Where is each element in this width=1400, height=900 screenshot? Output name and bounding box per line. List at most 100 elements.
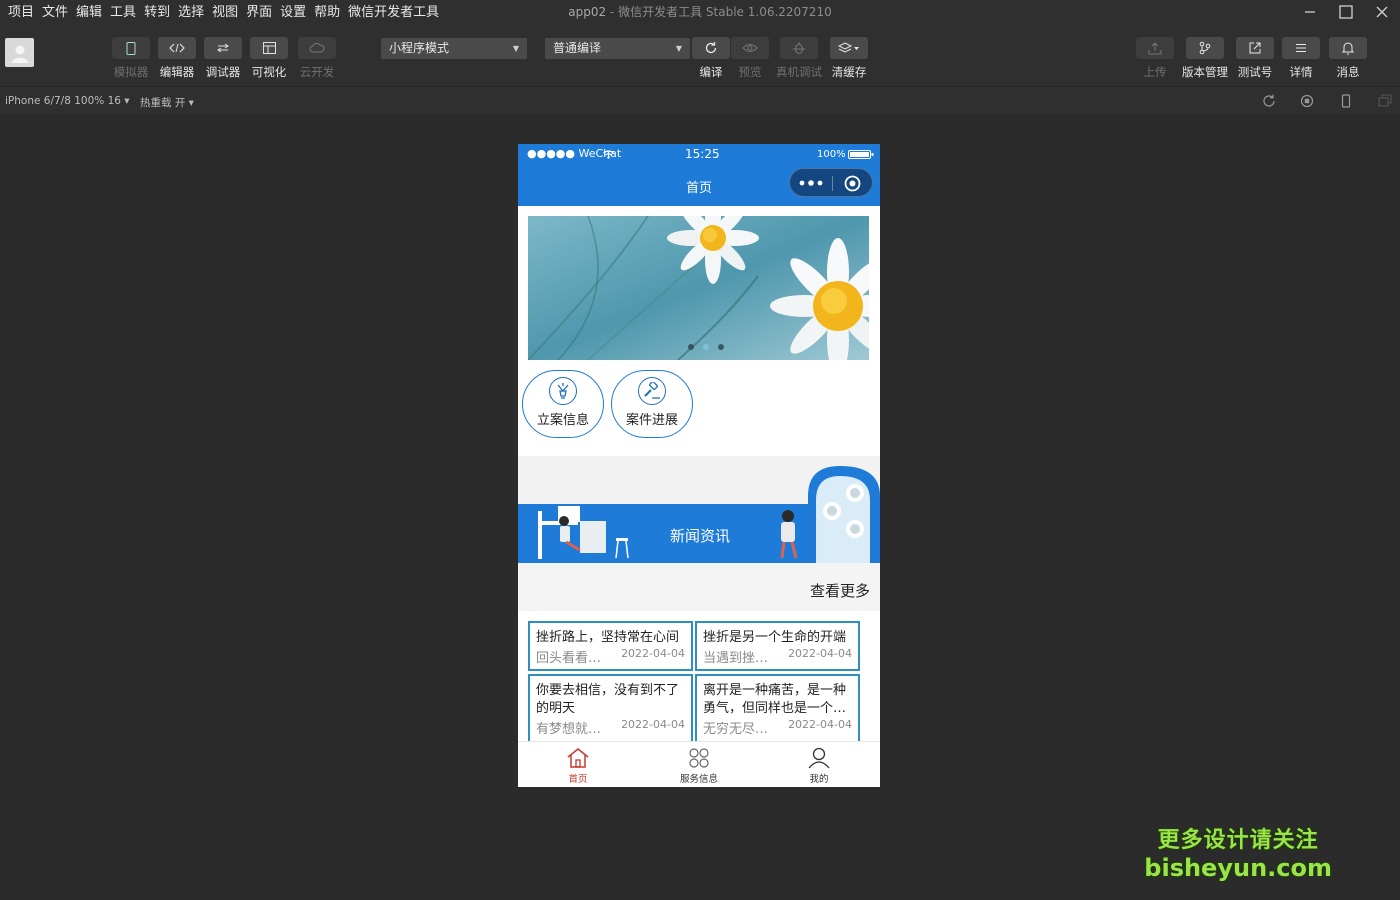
maximize-button[interactable] (1328, 0, 1364, 24)
menu-edit[interactable]: 编辑 (72, 0, 106, 26)
upload-button[interactable]: 上传 (1135, 37, 1175, 80)
compile-button-box (692, 37, 730, 59)
wifi-icon (603, 150, 614, 159)
preview-button[interactable]: 预览 (730, 37, 770, 80)
watermark-line-1: 更多设计请关注 (1157, 828, 1319, 853)
menu-project[interactable]: 项目 (4, 0, 38, 26)
layers-icon (838, 42, 859, 53)
menu-tools[interactable]: 工具 (106, 0, 140, 26)
news-card-title: 你要去相信，没有到不了的明天 (536, 683, 680, 716)
menu-wechat-devtools[interactable]: 微信开发者工具 (344, 0, 443, 26)
debugger-toggle-box (204, 37, 242, 59)
swiper-dot[interactable] (688, 344, 694, 350)
menu-lines-icon (1296, 44, 1306, 52)
swiper-dot-active[interactable] (703, 344, 709, 350)
external-link-icon (1249, 42, 1261, 54)
layout-icon (262, 42, 276, 54)
menu-interface[interactable]: 界面 (242, 0, 276, 26)
compile-caret-icon: ▼ (675, 44, 682, 53)
refresh-icon (705, 42, 717, 54)
menu-help[interactable]: 帮助 (310, 0, 344, 26)
branch-icon (1199, 41, 1211, 55)
capsule-menu (789, 168, 873, 197)
tab-profile[interactable]: 我的 (759, 747, 879, 785)
news-card-4[interactable]: 离开是一种痛苦，是一种勇气，但同样也是一个… 无穷无尽… 2022-04-04 (695, 674, 860, 741)
news-card-summary: 当遇到挫… (703, 651, 769, 666)
visual-toggle-box (250, 37, 288, 59)
news-card-summary: 回头看看… (536, 651, 602, 666)
phone-status-bar: ●●●●● WeChat 15:25 100% (518, 144, 880, 164)
view-more-link[interactable]: 查看更多 (810, 580, 870, 601)
tab-profile-label: 我的 (809, 774, 829, 785)
close-icon (1376, 6, 1388, 18)
swiper-dots (688, 344, 724, 350)
record-icon[interactable] (1300, 94, 1314, 108)
details-button[interactable]: 详情 (1281, 37, 1321, 80)
case-filing-button[interactable]: 立案信息 (522, 370, 604, 438)
preview-button-box (731, 37, 769, 59)
messages-button-box (1329, 37, 1367, 59)
mode-select[interactable]: 小程序模式 ▼ (381, 38, 527, 59)
phone-outline-icon[interactable] (1339, 94, 1353, 108)
case-progress-button[interactable]: 案件进展 (611, 370, 693, 438)
close-button[interactable] (1364, 0, 1400, 24)
editor-toggle[interactable]: 编辑器 (157, 37, 197, 80)
case-progress-label: 案件进展 (625, 413, 678, 428)
test-account-label: 测试号 (1237, 65, 1273, 79)
test-account-button[interactable]: 测试号 (1235, 37, 1275, 80)
user-avatar[interactable] (5, 38, 34, 67)
window-controls (1292, 0, 1400, 26)
tab-services[interactable]: 服务信息 (639, 747, 759, 785)
window-title-text: - 微信开发者工具 Stable 1.06.2207210 (606, 5, 832, 19)
status-battery-text: 100% (817, 149, 846, 160)
swiper-dot[interactable] (718, 344, 724, 350)
compile-button[interactable]: 编译 (691, 37, 731, 80)
menu-file[interactable]: 文件 (38, 0, 72, 26)
device-select[interactable]: iPhone 6/7/8 100% 16 ▾ (5, 95, 130, 107)
cloud-toggle[interactable]: 云开发 (297, 37, 337, 80)
remote-debug-button[interactable]: 真机调试 (776, 37, 822, 80)
window-app-name: app02 (568, 5, 607, 19)
news-card-summary: 无穷无尽… (703, 722, 769, 737)
debugger-toggle[interactable]: 调试器 (203, 37, 243, 80)
compile-label: 编译 (699, 65, 723, 79)
minimize-button[interactable] (1292, 0, 1328, 24)
news-card-summary: 有梦想就… (536, 722, 602, 737)
visual-toggle[interactable]: 可视化 (249, 37, 289, 80)
phone-icon (126, 41, 136, 55)
messages-label: 消息 (1336, 65, 1360, 79)
more-dots-icon[interactable] (799, 179, 823, 187)
menu-view[interactable]: 视图 (208, 0, 242, 26)
upload-button-box (1136, 37, 1174, 59)
popout-icon[interactable] (1378, 94, 1392, 108)
news-card-date: 2022-04-04 (788, 718, 852, 731)
news-card-2[interactable]: 挫折是另一个生命的开端 当遇到挫… 2022-04-04 (695, 621, 860, 671)
user-icon (808, 747, 830, 769)
capsule-separator (832, 176, 833, 191)
swiper-banner[interactable] (528, 216, 869, 360)
rotate-icon[interactable] (1262, 94, 1276, 108)
messages-button[interactable]: 消息 (1328, 37, 1368, 80)
device-bar: iPhone 6/7/8 100% 16 ▾ 热重载 开 ▾ (0, 86, 1400, 114)
mode-select-value: 小程序模式 (389, 41, 450, 55)
news-card-date: 2022-04-04 (788, 647, 852, 660)
menu-select[interactable]: 选择 (174, 0, 208, 26)
mode-caret-icon: ▼ (512, 44, 519, 53)
close-target-icon[interactable] (844, 175, 861, 192)
news-card-1[interactable]: 挫折路上，坚持常在心间 回头看看… 2022-04-04 (528, 621, 693, 671)
page-content[interactable]: 立案信息 案件进展 新闻资讯 查看更多 挫折路上，坚持常在心间 回头看看… 20… (518, 206, 880, 741)
clear-cache-button[interactable]: 清缓存 (829, 37, 869, 80)
news-card-title: 挫折路上，坚持常在心间 (536, 630, 680, 645)
tab-home[interactable]: 首页 (518, 747, 638, 785)
simulator-toggle[interactable]: 模拟器 (111, 37, 151, 80)
menu-settings[interactable]: 设置 (276, 0, 310, 26)
compile-mode-select[interactable]: 普通编译 ▼ (545, 38, 690, 59)
menu-goto[interactable]: 转到 (140, 0, 174, 26)
code-icon (169, 43, 185, 53)
hot-reload-select[interactable]: 热重载 开 ▾ (140, 95, 194, 110)
version-button[interactable]: 版本管理 (1182, 37, 1228, 80)
news-banner[interactable]: 新闻资讯 (518, 466, 880, 563)
remote-debug-label: 真机调试 (776, 65, 822, 79)
news-banner-title: 新闻资讯 (670, 527, 731, 545)
news-card-3[interactable]: 你要去相信，没有到不了的明天 有梦想就… 2022-04-04 (528, 674, 693, 741)
